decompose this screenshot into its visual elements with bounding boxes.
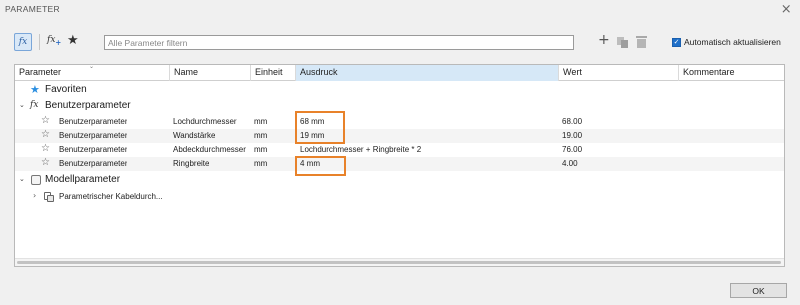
favorite-star-icon[interactable]: ☆: [41, 143, 50, 154]
cell-name: Wandstärke: [173, 131, 216, 140]
horizontal-scrollbar[interactable]: [15, 258, 784, 266]
column-header-value[interactable]: Wert: [559, 65, 679, 81]
auto-update-label: Automatisch aktualisieren: [684, 37, 781, 47]
component-icon: [44, 192, 54, 202]
copy-icon[interactable]: [617, 37, 628, 48]
favorite-star-icon[interactable]: ☆: [41, 129, 50, 140]
favorite-star-icon[interactable]: ☆: [41, 157, 50, 168]
group-label-favorites: Favoriten: [45, 84, 87, 95]
cell-name: Ringbreite: [173, 159, 210, 168]
auto-update-checkbox[interactable]: ✓: [672, 37, 681, 47]
cell-parameter: Benutzerparameter: [59, 159, 128, 168]
model-component-label: Parametrischer Kabeldurch...: [59, 192, 163, 201]
add-user-parameter-button[interactable]: fx+: [47, 35, 61, 47]
column-header-expression[interactable]: Ausdruck: [296, 65, 559, 81]
group-label-model-parameters: Modellparameter: [45, 174, 121, 185]
cell-value: 68.00: [562, 117, 583, 126]
cell-value: 4.00: [562, 159, 578, 168]
parameter-table: Parameter ⌄ Name Einheit Ausdruck Wert K…: [14, 63, 785, 267]
fx-icon: fx: [30, 100, 39, 110]
group-model-parameters[interactable]: ⌄ Modellparameter: [15, 173, 784, 187]
group-user-parameters[interactable]: ⌄ fx Benutzerparameter: [15, 99, 784, 113]
table-row[interactable]: ☆ Benutzerparameter Ringbreite mm 4 mm 4…: [15, 157, 784, 171]
fx-icon: fx: [18, 37, 28, 47]
delete-trash-icon[interactable]: [636, 36, 647, 48]
cell-name: Lochdurchmesser: [173, 117, 237, 126]
window-titlebar: PARAMETER ×: [0, 0, 800, 18]
favorites-filter-star-icon[interactable]: ★: [67, 33, 79, 48]
window-title: PARAMETER: [5, 4, 60, 14]
favorite-star-icon[interactable]: ☆: [41, 115, 50, 126]
cell-unit: mm: [254, 131, 268, 140]
table-row[interactable]: ☆ Benutzerparameter Wandstärke mm 19 mm …: [15, 129, 784, 143]
chevron-right-icon[interactable]: ›: [33, 191, 36, 200]
scrollbar-thumb[interactable]: [17, 261, 781, 264]
cell-unit: mm: [254, 159, 268, 168]
auto-update-toggle[interactable]: ✓ Automatisch aktualisieren: [672, 37, 781, 47]
plus-badge-icon: +: [55, 37, 62, 47]
cell-value: 76.00: [562, 145, 583, 154]
column-header-comments[interactable]: Kommentare: [679, 65, 784, 81]
cell-parameter: Benutzerparameter: [59, 145, 128, 154]
favorites-star-icon: ★: [30, 83, 40, 96]
parameter-filter-input[interactable]: [104, 35, 574, 50]
cell-unit: mm: [254, 117, 268, 126]
table-row[interactable]: ☆ Benutzerparameter Abdeckdurchmesser mm…: [15, 143, 784, 157]
column-header-name[interactable]: Name: [170, 65, 251, 81]
close-icon[interactable]: ×: [781, 2, 792, 17]
chevron-down-icon[interactable]: ⌄: [19, 175, 25, 183]
model-component-row[interactable]: › Parametrischer Kabeldurch...: [15, 190, 784, 204]
column-header-unit[interactable]: Einheit: [251, 65, 296, 81]
table-row[interactable]: ☆ Benutzerparameter Lochdurchmesser mm 6…: [15, 115, 784, 129]
cell-value: 19.00: [562, 131, 583, 140]
group-favorites[interactable]: ★ Favoriten: [15, 83, 784, 97]
cell-expression[interactable]: Lochdurchmesser + Ringbreite * 2: [300, 143, 421, 157]
highlight-box: [295, 111, 345, 144]
table-header: Parameter ⌄ Name Einheit Ausdruck Wert K…: [15, 63, 784, 81]
toolbar-separator: [39, 34, 40, 50]
cell-parameter: Benutzerparameter: [59, 117, 128, 126]
model-cube-icon: [31, 175, 41, 185]
cell-unit: mm: [254, 145, 268, 154]
chevron-down-icon[interactable]: ⌄: [19, 101, 25, 109]
group-label-user-parameters: Benutzerparameter: [45, 100, 131, 111]
add-parameter-plus-icon[interactable]: +: [598, 32, 610, 48]
cell-parameter: Benutzerparameter: [59, 131, 128, 140]
fx-filter-button[interactable]: fx: [14, 33, 32, 51]
toolbar: fx fx+ ★ + ✓ Automatisch aktualisieren: [0, 30, 800, 54]
cell-name: Abdeckdurchmesser: [173, 145, 246, 154]
column-header-parameter[interactable]: Parameter ⌄: [15, 63, 170, 81]
ok-button[interactable]: OK: [730, 283, 787, 298]
sort-caret-icon: ⌄: [89, 63, 95, 70]
